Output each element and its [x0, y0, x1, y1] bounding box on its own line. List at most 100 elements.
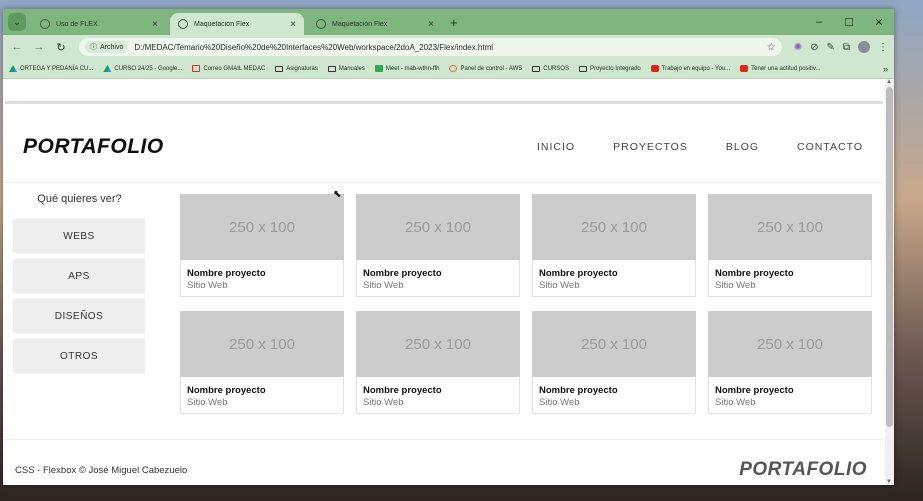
- site-info-chip[interactable]: ⓘ Archivo: [85, 41, 129, 53]
- placeholder-label: 250 x 100: [757, 335, 823, 353]
- folder-icon: [275, 65, 284, 72]
- reload-icon[interactable]: ↻: [53, 41, 69, 54]
- project-card[interactable]: 250 x 100 Nombre proyecto Sitio Web: [356, 311, 520, 414]
- mouse-cursor-icon: ⬉: [333, 189, 342, 200]
- bookmark-item[interactable]: Panel de control - AWS: [449, 65, 522, 72]
- site-info-label: Archivo: [100, 43, 124, 51]
- pen-icon[interactable]: ✎: [826, 42, 834, 53]
- bookmark-label: Trabajo en equipo - You...: [661, 65, 731, 72]
- project-card[interactable]: 250 x 100 Nombre proyecto Sitio Web: [708, 194, 872, 297]
- scrollbar-thumb[interactable]: [886, 87, 893, 427]
- project-card[interactable]: 250 x 100 Nombre proyecto Sitio Web: [356, 194, 520, 297]
- site-header: PORTAFOLIO INICIO PROYECTOS BLOG CONTACT…: [23, 127, 863, 167]
- project-card[interactable]: 250 x 100 Nombre proyecto Sitio Web: [180, 194, 344, 297]
- bookmark-label: Asignaturas: [286, 65, 318, 72]
- extension-icon[interactable]: ✺: [794, 42, 802, 53]
- project-subtitle: Sitio Web: [715, 397, 756, 408]
- project-card[interactable]: 250 x 100 Nombre proyecto Sitio Web: [708, 311, 872, 414]
- project-subtitle: Sitio Web: [363, 280, 404, 291]
- bookmark-item[interactable]: ORTEGA Y PEDANÍA CU...: [9, 65, 93, 72]
- sidebar-title: Qué quieres ver?: [37, 193, 122, 205]
- extension-icon[interactable]: ⊘: [810, 42, 818, 53]
- close-icon[interactable]: ×: [152, 19, 158, 30]
- bookmark-item[interactable]: Meet - mab-wthn-ffh: [374, 65, 439, 72]
- tab-maquetacion-flex-active[interactable]: Maquetación Flex ×: [170, 13, 304, 35]
- tab-search-button[interactable]: ⌄: [8, 13, 26, 31]
- bookmark-item[interactable]: Manuales: [327, 65, 365, 72]
- placeholder-label: 250 x 100: [581, 218, 647, 236]
- project-grid: 250 x 100 Nombre proyecto Sitio Web 250 …: [180, 194, 880, 414]
- kebab-menu-icon[interactable]: ⋮: [878, 42, 888, 53]
- forward-arrow-icon[interactable]: →: [31, 41, 47, 53]
- page-viewport: PORTAFOLIO INICIO PROYECTOS BLOG CONTACT…: [3, 79, 894, 485]
- bookmark-item[interactable]: Tener una actitud positiv...: [740, 65, 820, 72]
- project-image-placeholder: 250 x 100: [708, 194, 872, 260]
- nav-link-proyectos[interactable]: PROYECTOS: [613, 141, 688, 153]
- site-nav: INICIO PROYECTOS BLOG CONTACTO: [537, 141, 863, 153]
- back-arrow-icon[interactable]: ←: [9, 41, 25, 53]
- info-icon: ⓘ: [90, 44, 97, 51]
- page-scrollbar[interactable]: ▲ ▼: [885, 79, 894, 485]
- folder-icon: [578, 65, 587, 72]
- bookmark-star-icon[interactable]: ☆: [767, 42, 776, 53]
- project-title: Nombre proyecto: [187, 385, 266, 396]
- sidebar: Qué quieres ver? WEBS APS DISEÑOS OTROS: [13, 193, 146, 379]
- globe-icon: [178, 19, 188, 29]
- project-subtitle: Sitio Web: [363, 397, 404, 408]
- chevron-right-double-icon[interactable]: »: [883, 64, 888, 74]
- project-image-placeholder: 250 x 100: [532, 194, 696, 260]
- minimize-button[interactable]: –: [804, 16, 834, 28]
- tab-uso-de-flex[interactable]: Uso de FLEX ×: [32, 13, 166, 35]
- placeholder-label: 250 x 100: [757, 218, 823, 236]
- puzzle-icon[interactable]: ⧉: [843, 42, 850, 53]
- sidebar-button-otros[interactable]: OTROS: [13, 339, 145, 373]
- bookmarks-bar: ORTEGA Y PEDANÍA CU... CURSO 24/25 - Goo…: [3, 59, 894, 79]
- sidebar-button-webs[interactable]: WEBS: [13, 219, 145, 253]
- new-tab-button[interactable]: +: [450, 15, 458, 30]
- globe-icon: [40, 19, 50, 29]
- close-window-button[interactable]: ✕: [864, 16, 894, 29]
- bookmark-item[interactable]: Proyecto Integrado: [578, 65, 641, 72]
- site-logo[interactable]: PORTAFOLIO: [23, 135, 164, 159]
- drive-icon: [9, 65, 17, 72]
- bookmark-item[interactable]: CURSO 24/25 - Google...: [103, 65, 182, 72]
- bookmark-item[interactable]: CURSOS: [532, 65, 569, 72]
- scroll-down-icon[interactable]: ▼: [886, 479, 892, 485]
- bookmark-item[interactable]: Trabajo en equipo - You...: [650, 65, 731, 72]
- sidebar-button-aps[interactable]: APS: [13, 259, 145, 293]
- folder-icon: [327, 65, 336, 72]
- project-title: Nombre proyecto: [539, 268, 618, 279]
- bookmark-label: CURSOS: [543, 65, 569, 72]
- url-text[interactable]: D:/MEDAC/Temario%20Diseño%20de%20Interfa…: [134, 43, 766, 52]
- meet-icon: [374, 65, 383, 72]
- profile-avatar-icon[interactable]: [858, 41, 870, 53]
- address-bar[interactable]: ⓘ Archivo D:/MEDAC/Temario%20Diseño%20de…: [79, 38, 782, 56]
- drive-icon: [103, 65, 112, 72]
- globe-icon: [316, 19, 326, 29]
- bookmark-label: Manuales: [338, 65, 365, 72]
- nav-link-blog[interactable]: BLOG: [726, 141, 759, 153]
- project-title: Nombre proyecto: [715, 268, 794, 279]
- project-card[interactable]: 250 x 100 Nombre proyecto Sitio Web: [532, 194, 696, 297]
- project-card[interactable]: 250 x 100 Nombre proyecto Sitio Web: [532, 311, 696, 414]
- close-icon[interactable]: ×: [290, 19, 296, 30]
- browser-toolbar: ← → ↻ ⓘ Archivo D:/MEDAC/Temario%20Diseñ…: [3, 35, 894, 59]
- extensions-area: ✺ ⊘ ✎ ⧉ ⋮: [794, 41, 888, 53]
- tab-maquetacion-flex[interactable]: Maquetación Flex ×: [308, 13, 442, 35]
- project-title: Nombre proyecto: [363, 385, 442, 396]
- nav-link-contacto[interactable]: CONTACTO: [797, 141, 863, 153]
- bookmark-label: Proyecto Integrado: [589, 65, 641, 72]
- project-title: Nombre proyecto: [539, 385, 618, 396]
- project-subtitle: Sitio Web: [187, 280, 228, 291]
- bookmark-item[interactable]: Correo GMAIL MEDAC: [192, 65, 265, 72]
- youtube-icon: [740, 65, 749, 72]
- close-icon[interactable]: ×: [428, 19, 434, 30]
- maximize-button[interactable]: ☐: [834, 16, 864, 29]
- nav-link-inicio[interactable]: INICIO: [537, 141, 575, 153]
- sidebar-button-disenos[interactable]: DISEÑOS: [13, 299, 145, 333]
- bookmark-item[interactable]: Asignaturas: [275, 65, 318, 72]
- project-card[interactable]: 250 x 100 Nombre proyecto Sitio Web: [180, 311, 344, 414]
- window-controls: – ☐ ✕: [804, 9, 894, 35]
- scroll-up-icon[interactable]: ▲: [886, 79, 892, 85]
- project-subtitle: Sitio Web: [539, 280, 580, 291]
